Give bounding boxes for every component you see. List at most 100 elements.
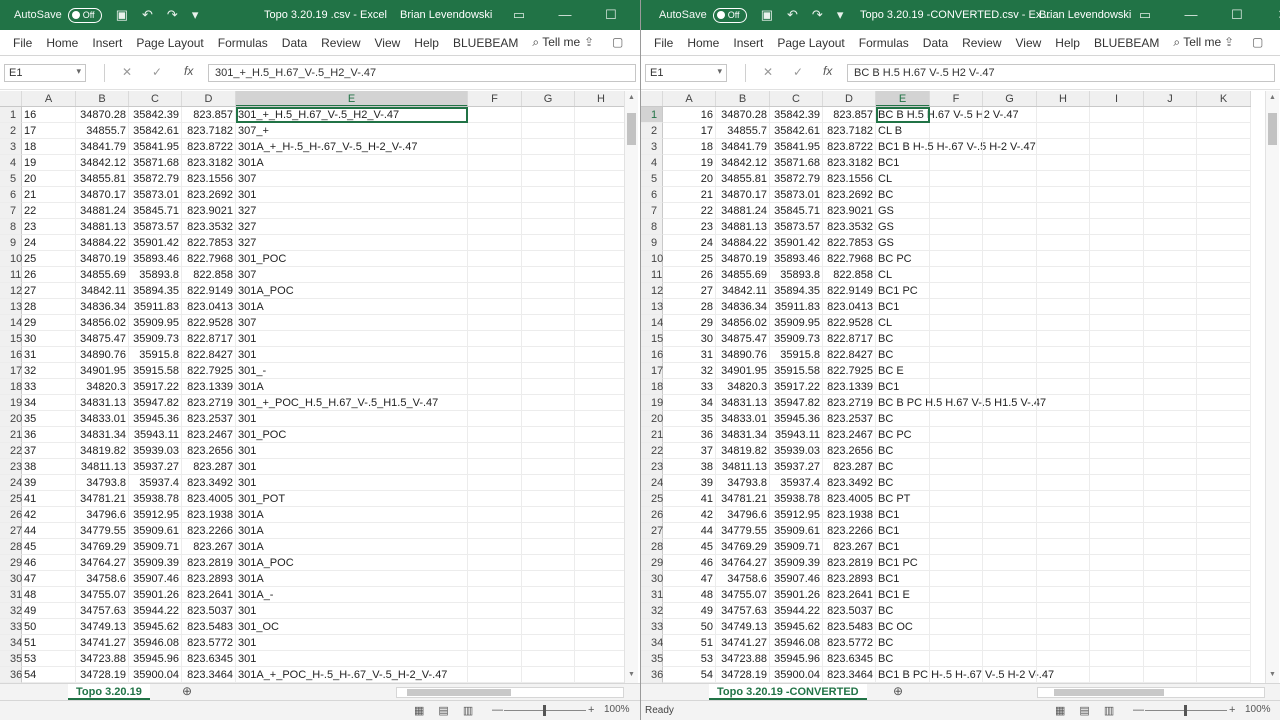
cell-f18[interactable] (930, 379, 983, 395)
row-header[interactable]: 13 (0, 299, 22, 315)
cell-g18[interactable] (522, 379, 575, 395)
maximize-icon[interactable]: ☐ (588, 0, 634, 30)
cell-a1[interactable]: 16 (22, 107, 76, 123)
column-header-i[interactable]: I (1090, 91, 1144, 106)
cell-d20[interactable]: 823.2537 (182, 411, 236, 427)
cell-b36[interactable]: 34728.19 (76, 667, 129, 683)
cell-h19[interactable] (575, 395, 624, 411)
cell-b12[interactable]: 34842.11 (716, 283, 770, 299)
cell-c8[interactable]: 35873.57 (770, 219, 823, 235)
cell-j24[interactable] (1144, 475, 1197, 491)
cell-c5[interactable]: 35872.79 (770, 171, 823, 187)
cell-f22[interactable] (930, 443, 983, 459)
cell-b32[interactable]: 34757.63 (716, 603, 770, 619)
cell-d20[interactable]: 823.2537 (823, 411, 876, 427)
cell-c3[interactable]: 35841.95 (770, 139, 823, 155)
cell-e23[interactable]: 301 (236, 459, 468, 475)
cell-a18[interactable]: 33 (663, 379, 716, 395)
cell-d5[interactable]: 823.1556 (182, 171, 236, 187)
cell-c11[interactable]: 35893.8 (129, 267, 182, 283)
row-header[interactable]: 6 (641, 187, 663, 203)
cell-b15[interactable]: 34875.47 (716, 331, 770, 347)
tab-home[interactable]: Home (680, 36, 726, 50)
zoom-level[interactable]: 100% (604, 704, 630, 715)
cell-h5[interactable] (1037, 171, 1090, 187)
cell-c6[interactable]: 35873.01 (129, 187, 182, 203)
cell-a13[interactable]: 28 (663, 299, 716, 315)
cell-j2[interactable] (1144, 123, 1197, 139)
zoom-level[interactable]: 100% (1245, 704, 1271, 715)
cell-i12[interactable] (1090, 283, 1144, 299)
cell-b11[interactable]: 34855.69 (76, 267, 129, 283)
cell-a34[interactable]: 51 (22, 635, 76, 651)
column-header-j[interactable]: J (1144, 91, 1197, 106)
cell-d15[interactable]: 822.8717 (823, 331, 876, 347)
column-header-f[interactable]: F (468, 91, 522, 106)
cell-e4[interactable]: 301A (236, 155, 468, 171)
cell-d3[interactable]: 823.8722 (823, 139, 876, 155)
cell-b2[interactable]: 34855.7 (76, 123, 129, 139)
cell-h36[interactable] (1037, 667, 1090, 683)
row-header[interactable]: 7 (0, 203, 22, 219)
cell-g20[interactable] (522, 411, 575, 427)
insert-function-icon[interactable]: fx (823, 64, 832, 78)
cell-d32[interactable]: 823.5037 (182, 603, 236, 619)
cell-h21[interactable] (575, 427, 624, 443)
cell-f18[interactable] (468, 379, 522, 395)
cell-b26[interactable]: 34796.6 (716, 507, 770, 523)
cell-c18[interactable]: 35917.22 (129, 379, 182, 395)
cell-k30[interactable] (1197, 571, 1251, 587)
cell-f8[interactable] (930, 219, 983, 235)
column-header-f[interactable]: F (930, 91, 983, 106)
cell-b5[interactable]: 34855.81 (76, 171, 129, 187)
cell-i27[interactable] (1090, 523, 1144, 539)
cell-j9[interactable] (1144, 235, 1197, 251)
cell-e31[interactable]: 301A_- (236, 587, 468, 603)
cell-k28[interactable] (1197, 539, 1251, 555)
cell-b11[interactable]: 34855.69 (716, 267, 770, 283)
cell-e5[interactable]: 307 (236, 171, 468, 187)
row-header[interactable]: 1 (641, 107, 663, 123)
cell-f19[interactable] (930, 395, 983, 411)
cell-g4[interactable] (983, 155, 1037, 171)
cell-k17[interactable] (1197, 363, 1251, 379)
cell-a12[interactable]: 27 (22, 283, 76, 299)
cell-d8[interactable]: 823.3532 (182, 219, 236, 235)
cell-e8[interactable]: GS (876, 219, 930, 235)
cell-e28[interactable]: BC1 (876, 539, 930, 555)
share-icon[interactable]: ⇪ (1224, 35, 1234, 49)
cell-a6[interactable]: 21 (22, 187, 76, 203)
cell-b7[interactable]: 34881.24 (76, 203, 129, 219)
cell-k18[interactable] (1197, 379, 1251, 395)
cell-g13[interactable] (983, 299, 1037, 315)
cell-e16[interactable]: 301 (236, 347, 468, 363)
cell-d13[interactable]: 823.0413 (182, 299, 236, 315)
cell-h33[interactable] (1037, 619, 1090, 635)
row-header[interactable]: 25 (0, 491, 22, 507)
row-header[interactable]: 15 (0, 331, 22, 347)
cell-e35[interactable]: 301 (236, 651, 468, 667)
cell-c36[interactable]: 35900.04 (129, 667, 182, 683)
cell-g7[interactable] (522, 203, 575, 219)
cell-j4[interactable] (1144, 155, 1197, 171)
cell-b35[interactable]: 34723.88 (716, 651, 770, 667)
cell-j13[interactable] (1144, 299, 1197, 315)
cell-h19[interactable] (1037, 395, 1090, 411)
cell-h15[interactable] (575, 331, 624, 347)
cell-i22[interactable] (1090, 443, 1144, 459)
vertical-scrollbar[interactable]: ▲ ▼ (1265, 91, 1279, 683)
row-header[interactable]: 11 (641, 267, 663, 283)
cell-f10[interactable] (468, 251, 522, 267)
row-header[interactable]: 31 (641, 587, 663, 603)
cell-f4[interactable] (930, 155, 983, 171)
cell-h23[interactable] (575, 459, 624, 475)
cell-j5[interactable] (1144, 171, 1197, 187)
cell-d26[interactable]: 823.1938 (823, 507, 876, 523)
close-icon[interactable]: ✕ (1260, 0, 1280, 30)
cell-h32[interactable] (575, 603, 624, 619)
cell-k31[interactable] (1197, 587, 1251, 603)
cell-g9[interactable] (522, 235, 575, 251)
cell-a33[interactable]: 50 (22, 619, 76, 635)
cell-c12[interactable]: 35894.35 (129, 283, 182, 299)
cell-c15[interactable]: 35909.73 (129, 331, 182, 347)
